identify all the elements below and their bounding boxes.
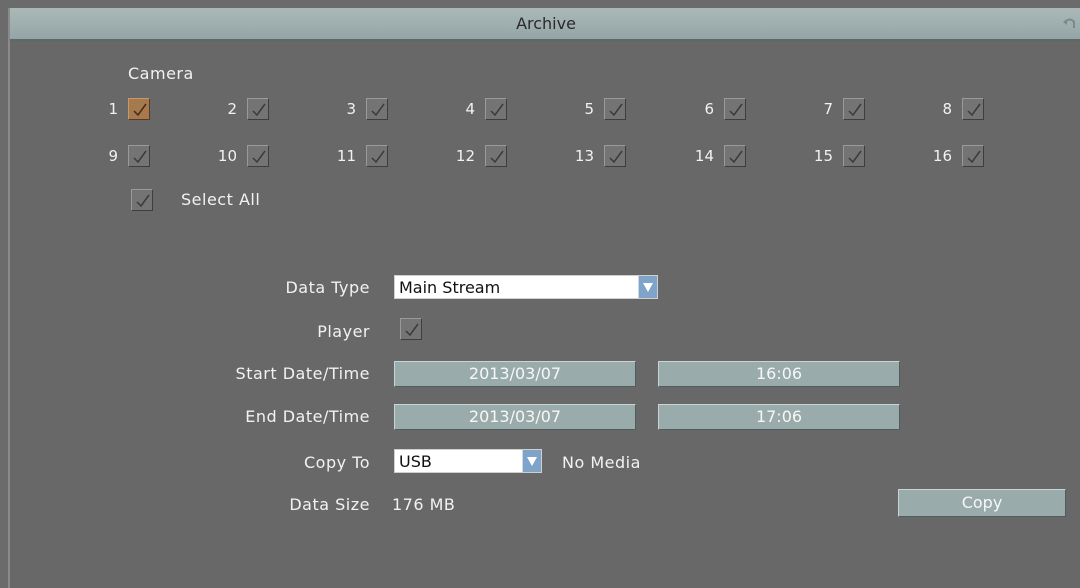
copy-button[interactable]: Copy <box>898 489 1066 517</box>
camera-number: 9 <box>108 147 118 165</box>
camera-checkbox-16[interactable] <box>962 145 984 167</box>
data-type-value: Main Stream <box>399 278 501 297</box>
checkmark-icon <box>405 323 419 337</box>
camera-number: 10 <box>217 147 237 165</box>
checkmark-icon <box>729 103 743 117</box>
camera-checkbox-15[interactable] <box>843 145 865 167</box>
media-status: No Media <box>562 453 641 472</box>
checkmark-icon <box>729 150 743 164</box>
end-date-field[interactable]: 2013/03/07 <box>394 404 636 430</box>
camera-number: 8 <box>942 100 952 118</box>
checkmark-icon <box>848 103 862 117</box>
camera-number: 14 <box>694 147 714 165</box>
camera-checkbox-5[interactable] <box>604 98 626 120</box>
copy-to-value: USB <box>399 452 432 471</box>
window-title: Archive <box>516 14 576 33</box>
data-type-label: Data Type <box>285 278 370 297</box>
triangle-down-icon <box>638 276 657 298</box>
end-time-field[interactable]: 17:06 <box>658 404 900 430</box>
camera-number: 16 <box>932 147 952 165</box>
camera-checkbox-7[interactable] <box>843 98 865 120</box>
select-all-label: Select All <box>181 190 261 209</box>
data-type-select[interactable]: Main Stream <box>394 275 658 299</box>
camera-number: 1 <box>108 100 118 118</box>
camera-checkbox-3[interactable] <box>366 98 388 120</box>
checkmark-icon <box>252 150 266 164</box>
camera-checkbox-1[interactable] <box>128 98 150 120</box>
camera-checkbox-14[interactable] <box>724 145 746 167</box>
checkmark-icon <box>252 103 266 117</box>
checkmark-icon <box>133 103 147 117</box>
checkmark-icon <box>609 103 623 117</box>
start-datetime-label: Start Date/Time <box>235 364 370 383</box>
camera-checkbox-6[interactable] <box>724 98 746 120</box>
checkmark-icon <box>371 103 385 117</box>
camera-number: 7 <box>823 100 833 118</box>
camera-number: 6 <box>704 100 714 118</box>
camera-checkbox-9[interactable] <box>128 145 150 167</box>
copy-to-label: Copy To <box>303 453 370 472</box>
camera-checkbox-8[interactable] <box>962 98 984 120</box>
camera-number: 15 <box>813 147 833 165</box>
data-size-value: 176 MB <box>392 495 456 514</box>
checkmark-icon <box>490 103 504 117</box>
camera-checkbox-12[interactable] <box>485 145 507 167</box>
copy-to-select[interactable]: USB <box>394 449 542 473</box>
camera-section-label: Camera <box>128 64 194 83</box>
select-all-checkbox[interactable] <box>131 189 153 211</box>
camera-number: 4 <box>465 100 475 118</box>
checkmark-icon <box>967 150 981 164</box>
data-size-label: Data Size <box>289 495 370 514</box>
triangle-down-icon <box>522 450 541 472</box>
title-bar: Archive <box>10 8 1080 41</box>
start-time-field[interactable]: 16:06 <box>658 361 900 387</box>
camera-checkbox-4[interactable] <box>485 98 507 120</box>
camera-number: 12 <box>455 147 475 165</box>
checkmark-icon <box>490 150 504 164</box>
checkmark-icon <box>848 150 862 164</box>
player-label: Player <box>317 322 370 341</box>
camera-number: 5 <box>584 100 594 118</box>
archive-window: Archive Camera 1 2 3 4 5 6 7 8 9 10 11 12 13 14 15 16 S… <box>8 8 1080 588</box>
camera-number: 2 <box>227 100 237 118</box>
camera-number: 11 <box>336 147 356 165</box>
camera-checkbox-11[interactable] <box>366 145 388 167</box>
checkmark-icon <box>967 103 981 117</box>
return-arrow-icon[interactable] <box>1062 16 1076 30</box>
start-date-field[interactable]: 2013/03/07 <box>394 361 636 387</box>
camera-checkbox-13[interactable] <box>604 145 626 167</box>
checkmark-icon <box>133 150 147 164</box>
camera-checkbox-2[interactable] <box>247 98 269 120</box>
checkmark-icon <box>609 150 623 164</box>
end-datetime-label: End Date/Time <box>245 407 370 426</box>
player-checkbox[interactable] <box>400 318 422 340</box>
camera-number: 13 <box>574 147 594 165</box>
checkmark-icon <box>136 194 150 208</box>
camera-number: 3 <box>346 100 356 118</box>
camera-checkbox-10[interactable] <box>247 145 269 167</box>
checkmark-icon <box>371 150 385 164</box>
